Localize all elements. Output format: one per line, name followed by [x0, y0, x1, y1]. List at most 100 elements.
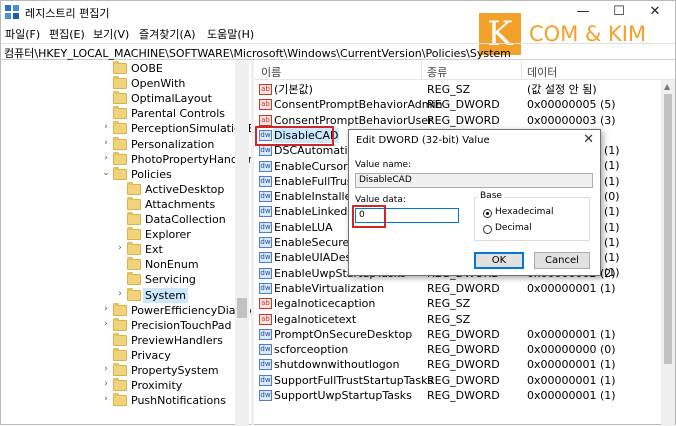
value-type: REG_SZ [427, 83, 471, 96]
pane-splitter[interactable] [251, 60, 254, 426]
scroll-up-icon[interactable]: ▲ [664, 82, 670, 91]
tree-item-label: PropertySystem [131, 364, 219, 377]
chevron-right-icon[interactable]: › [115, 289, 125, 299]
menu-view[interactable]: 보기(V) [93, 26, 129, 42]
folder-icon [127, 227, 141, 241]
chevron-right-icon[interactable]: › [101, 319, 111, 329]
folder-icon [113, 378, 127, 392]
folder-icon [127, 181, 141, 195]
table-row[interactable]: dw SupportUwpStartupTasks REG_DWORD 0x00000… [255, 388, 663, 403]
table-row[interactable]: ab (기본값) REG_SZ (값 설정 안 됨) [255, 82, 663, 97]
list-scrollbar[interactable]: ▲ [661, 80, 675, 426]
decimal-label[interactable]: Decimal [495, 223, 532, 233]
dialog-close-button[interactable]: ✕ [583, 132, 594, 147]
folder-icon [113, 136, 127, 150]
value-name: legalnoticetext [274, 312, 357, 326]
value-data-label: Value data: [355, 195, 406, 205]
column-header-name[interactable]: 이름 [261, 64, 281, 80]
value-data: 0x00000003 (3) [527, 113, 616, 127]
table-row[interactable]: dw shutdownwithoutlogon REG_DWORD 0x0000000… [255, 357, 663, 372]
hexadecimal-radio[interactable] [483, 209, 492, 218]
value-data: 0x00000000 (0) [527, 343, 616, 357]
column-divider[interactable] [421, 60, 422, 80]
edit-dword-dialog: Edit DWORD (32-bit) Value ✕ Value name: … [348, 129, 601, 276]
column-header-type[interactable]: 종류 [427, 64, 447, 80]
value-name: PromptOnSecureDesktop [274, 327, 413, 341]
folder-icon [113, 363, 127, 376]
hexadecimal-label[interactable]: Hexadecimal [495, 207, 553, 217]
table-row[interactable]: dw scforceoption REG_DWORD 0x00000000 (0) [255, 342, 663, 357]
binary-value-icon: dw [259, 206, 272, 218]
binary-value-icon: dw [259, 344, 272, 356]
string-value-icon: ab [259, 298, 272, 310]
column-divider[interactable] [521, 60, 522, 80]
address-path[interactable]: 컴퓨터\HKEY_LOCAL_MACHINE\SOFTWARE\Microsof… [4, 45, 511, 61]
binary-value-icon: dw [259, 359, 272, 371]
chevron-down-icon[interactable]: ⌄ [101, 168, 111, 178]
value-data: 0x00000001 (1) [527, 281, 616, 295]
folder-icon [113, 302, 127, 316]
menu-edit[interactable]: 편집(E) [49, 26, 85, 42]
value-data: 0x00000001 (1) [527, 327, 616, 341]
chevron-right-icon[interactable]: › [101, 138, 111, 148]
tree-item-label: PushNotifications [131, 394, 226, 408]
string-value-icon: ab [259, 313, 272, 325]
dialog-title: Edit DWORD (32-bit) Value [356, 135, 490, 146]
value-name: SupportFullTrustStartupTasks [274, 373, 434, 387]
value-type: REG_DWORD [427, 281, 500, 295]
tree-item-label: DataCollection [145, 213, 226, 226]
table-row[interactable]: dw PromptOnSecureDesktop REG_DWORD 0x000000… [255, 327, 663, 342]
table-row[interactable]: ab ConsentPromptBehaviorAdmin REG_DWORD 0x0… [255, 97, 663, 112]
tree-item-label: Ext [145, 243, 163, 257]
table-row[interactable]: dw EnableVirtualization REG_DWORD 0x0000000… [255, 281, 663, 296]
chevron-right-icon[interactable]: › [115, 243, 125, 253]
chevron-right-icon[interactable]: › [101, 364, 111, 374]
folder-icon [127, 287, 141, 301]
tree-item-label: NonEnum [145, 258, 199, 272]
table-row[interactable]: dw SupportFullTrustStartupTasks REG_DWORD 0… [255, 373, 663, 388]
binary-value-icon: dw [259, 175, 272, 187]
highlight-value-data [352, 205, 386, 228]
chevron-right-icon[interactable]: › [101, 304, 111, 314]
tree-scrollbar-thumb[interactable] [237, 298, 247, 318]
value-data: 0x00000001 (1) [527, 358, 616, 372]
binary-value-icon: dw [259, 252, 272, 264]
value-type: REG_DWORD [427, 358, 500, 372]
tree-item-label: PrecisionTouchPad [131, 318, 232, 332]
tree-item-label: PhotoPropertyHandler [131, 152, 251, 166]
list-scrollbar-thumb[interactable] [664, 94, 672, 364]
ok-button[interactable]: OK [474, 252, 524, 269]
tree-item-label: OOBE [131, 62, 163, 75]
folder-icon [113, 121, 127, 135]
tree-item-label: PerceptionSimulationExten [131, 122, 251, 136]
binary-value-icon: dw [259, 374, 272, 386]
folder-icon [113, 106, 127, 120]
value-name: scforceoption [274, 343, 349, 357]
decimal-radio[interactable] [483, 225, 492, 234]
cancel-button[interactable]: Cancel [534, 252, 590, 269]
table-row[interactable]: ab legalnoticetext REG_SZ [255, 312, 663, 327]
column-header-data[interactable]: 데이터 [527, 64, 557, 80]
chevron-right-icon[interactable]: › [101, 379, 111, 389]
tree-item-label: Policies [131, 167, 172, 181]
chevron-right-icon[interactable]: › [101, 122, 111, 132]
tree-scrollbar[interactable] [235, 60, 249, 426]
chevron-right-icon[interactable]: › [101, 394, 111, 404]
value-name-field: DisableCAD [355, 173, 593, 188]
binary-value-icon: dw [259, 328, 272, 340]
menu-help[interactable]: 도움말(H) [207, 26, 254, 42]
highlight-disablecad [255, 126, 334, 146]
value-name: EnableVirtualization [274, 281, 385, 295]
table-row[interactable]: ab legalnoticecaption REG_SZ [255, 296, 663, 311]
folder-icon [113, 332, 127, 346]
tree-item-label: System [143, 287, 189, 303]
address-bar[interactable]: 컴퓨터\HKEY_LOCAL_MACHINE\SOFTWARE\Microsof… [1, 43, 675, 60]
value-name: legalnoticecaption [274, 297, 376, 311]
chevron-right-icon[interactable]: › [101, 153, 111, 163]
menu-favorites[interactable]: 즐겨찾기(A) [139, 26, 196, 42]
menu-file[interactable]: 파일(F) [5, 26, 40, 42]
binary-value-icon: dw [259, 221, 272, 233]
tree-item-label: ActiveDesktop [145, 182, 225, 196]
binary-value-icon: dw [259, 267, 272, 279]
folder-icon [113, 76, 127, 90]
